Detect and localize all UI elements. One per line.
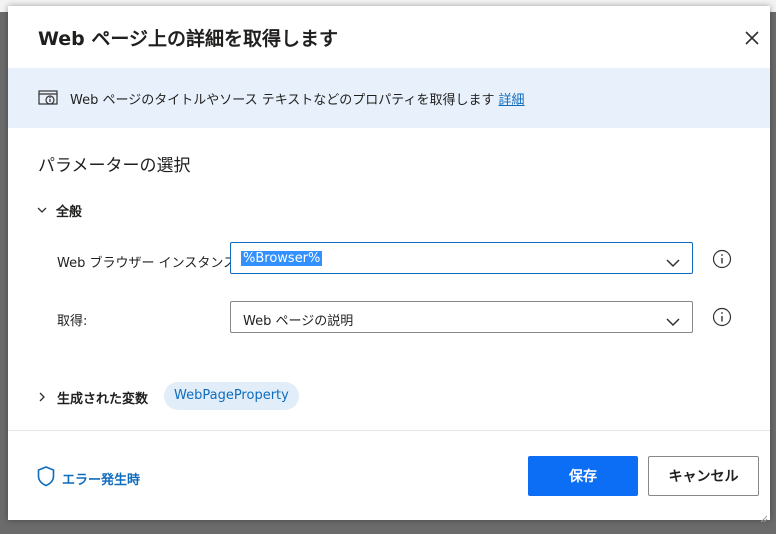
info-text: Web ページのタイトルやソース テキストなどのプロパティを取得します [70, 93, 495, 108]
on-error-link[interactable]: エラー発生時 [36, 465, 140, 491]
browser-instance-value: %Browser% [241, 251, 323, 266]
general-group-label: 全般 [56, 204, 83, 220]
browser-instance-select[interactable]: %Browser% [230, 242, 693, 274]
info-bar: Web ページのタイトルやソース テキストなどのプロパティを取得します 詳細 [8, 68, 770, 128]
info-description: Web ページのタイトルやソース テキストなどのプロパティを取得します 詳細 [70, 89, 525, 108]
details-link[interactable]: 詳細 [499, 93, 525, 108]
retrieve-value: Web ページの説明 [243, 314, 354, 329]
resize-grip-icon[interactable] [758, 508, 768, 523]
dialog-title: Web ページ上の詳細を取得します [38, 28, 339, 50]
save-button[interactable]: 保存 [528, 456, 638, 496]
chevron-down-icon [666, 312, 680, 327]
footer-divider [8, 430, 770, 431]
retrieve-label: 取得: [57, 314, 88, 329]
shield-icon [36, 465, 56, 491]
web-page-info-icon [38, 88, 58, 108]
chevron-down-icon [666, 253, 680, 268]
generated-variables-toggle[interactable]: 生成された変数 [36, 384, 148, 410]
get-web-page-details-dialog: Web ページ上の詳細を取得します Web ページのタイトルやソース テキストな… [8, 6, 770, 523]
on-error-label: エラー発生時 [62, 472, 141, 488]
info-circle-icon[interactable] [712, 249, 732, 269]
browser-instance-label: Web ブラウザー インスタンス: [57, 256, 241, 271]
general-group-toggle[interactable]: 全般 [36, 200, 82, 220]
chevron-right-icon [36, 388, 48, 407]
info-circle-icon[interactable] [712, 307, 732, 327]
variable-chip[interactable]: WebPageProperty [164, 382, 299, 410]
close-icon[interactable] [742, 28, 762, 48]
cancel-button[interactable]: キャンセル [648, 456, 759, 496]
generated-variables-label: 生成された変数 [57, 391, 149, 407]
chevron-down-icon [36, 201, 48, 220]
retrieve-select[interactable]: Web ページの説明 [230, 301, 693, 333]
parameters-section-title: パラメーターの選択 [38, 156, 191, 176]
